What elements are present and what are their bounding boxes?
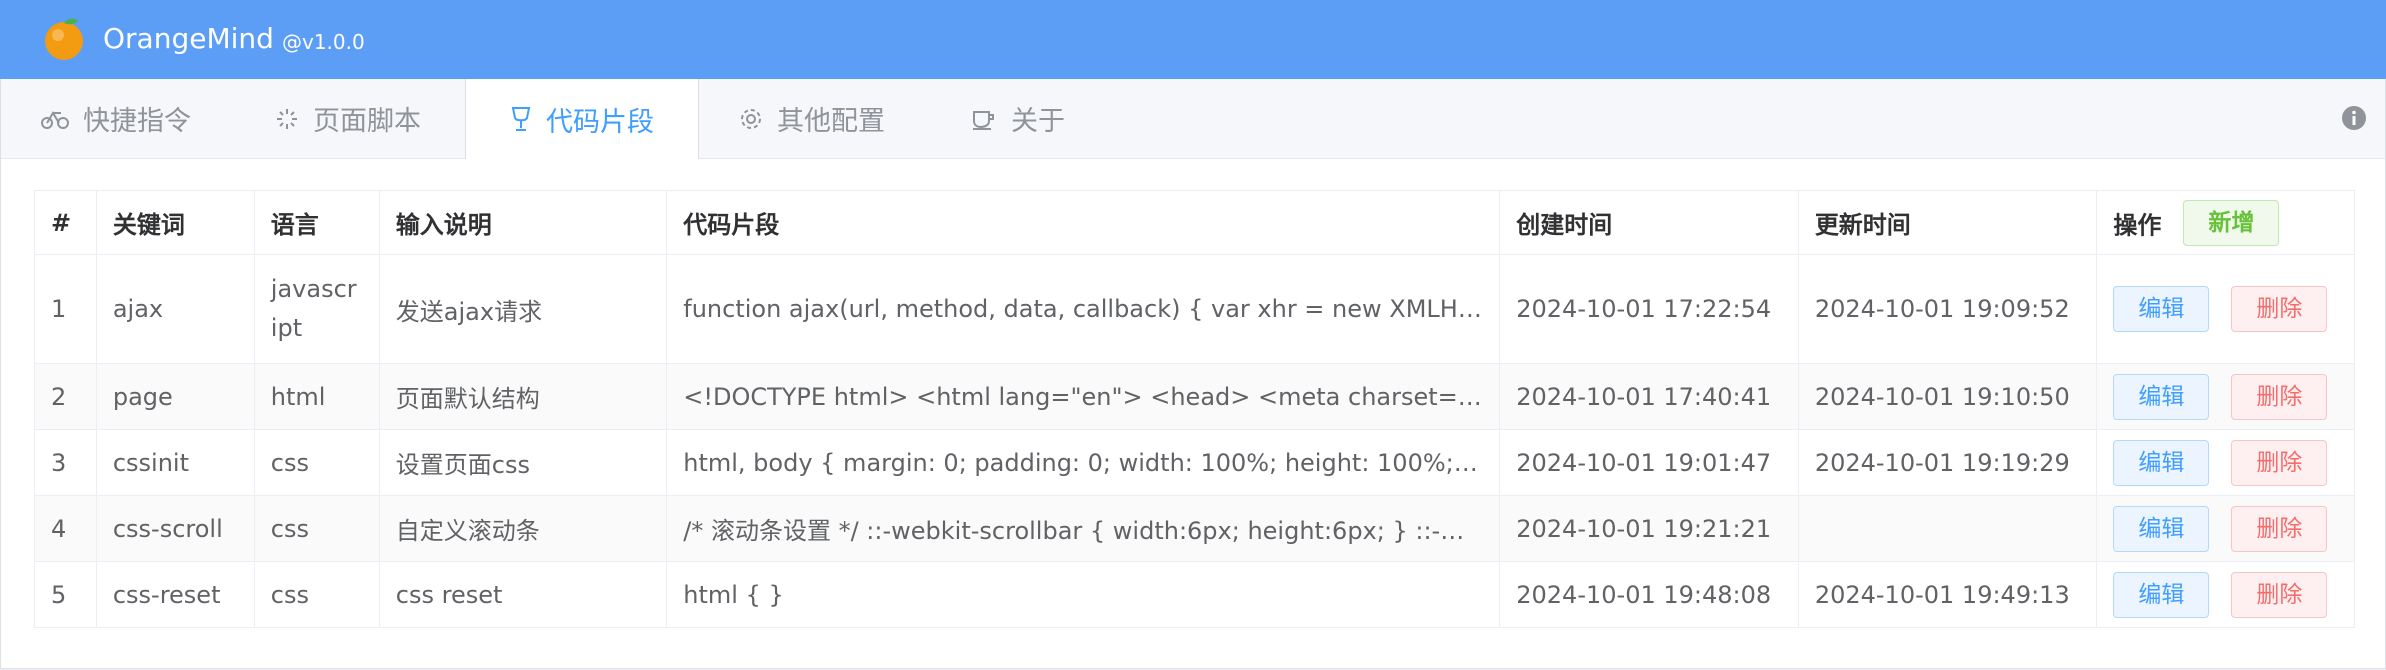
cell-created: 2024-10-01 17:22:54	[1499, 254, 1799, 364]
delete-button[interactable]: 删除	[2231, 286, 2328, 332]
edit-button[interactable]: 编辑	[2113, 286, 2210, 332]
cell-keyword: page	[95, 363, 255, 430]
main-panel: 快捷指令 页面脚本 代码片段 其他配置 关于 # 关键词 语言 输入说明 代码片…	[0, 79, 2386, 669]
tab-shortcuts[interactable]: 快捷指令	[41, 79, 191, 158]
edit-button[interactable]: 编辑	[2113, 439, 2210, 486]
cell-code: /* 滚动条设置 */ ::-webkit-scrollbar { width:…	[666, 495, 1501, 562]
tab-label: 快捷指令	[83, 106, 191, 137]
table-row: 2 page html 页面默认结构 <!DOCTYPE html> <html…	[34, 363, 2355, 430]
edit-button[interactable]: 编辑	[2113, 505, 2210, 552]
cell-language: html	[253, 363, 380, 430]
gear-icon	[741, 108, 761, 129]
tab-about[interactable]: 关于	[971, 79, 1065, 158]
cell-language: css	[253, 561, 380, 628]
tab-other-settings[interactable]: 其他配置	[739, 79, 885, 158]
cell-created: 2024-10-01 19:48:08	[1499, 561, 1799, 628]
tab-page-scripts[interactable]: 页面脚本	[275, 79, 421, 158]
delete-button[interactable]: 删除	[2231, 439, 2328, 486]
col-header-created: 创建时间	[1499, 190, 1799, 255]
add-button[interactable]: 新增	[2183, 199, 2280, 246]
snippets-table: # 关键词 语言 输入说明 代码片段 创建时间 更新时间 操作 新增 1 ajax…	[34, 190, 2355, 628]
delete-button[interactable]: 删除	[2231, 571, 2328, 618]
edit-button[interactable]: 编辑	[2113, 571, 2210, 618]
cell-created: 2024-10-01 19:21:21	[1499, 495, 1799, 562]
cup-icon	[511, 107, 531, 131]
app-version: @v1.0.0	[282, 30, 365, 54]
app-header: OrangeMind @v1.0.0	[0, 0, 2386, 79]
loading-icon	[277, 108, 297, 129]
table-header-row: # 关键词 语言 输入说明 代码片段 创建时间 更新时间 操作 新增	[34, 190, 2355, 255]
cell-keyword: css-scroll	[95, 495, 255, 562]
cell-actions: 编辑 删除	[2096, 495, 2355, 562]
delete-button[interactable]: 删除	[2231, 373, 2328, 420]
tab-label: 页面脚本	[313, 106, 421, 137]
cell-actions: 编辑 删除	[2096, 363, 2355, 430]
orange-logo-icon	[45, 18, 83, 60]
cell-language: css	[253, 429, 380, 496]
cell-updated: 2024-10-01 19:10:50	[1797, 363, 2098, 430]
bike-icon	[41, 110, 69, 129]
table-row: 1 ajax javascript 发送ajax请求 function ajax…	[34, 254, 2355, 364]
cell-description: 发送ajax请求	[378, 254, 668, 364]
cell-created: 2024-10-01 17:40:41	[1499, 363, 1799, 430]
info-icon[interactable]	[2341, 105, 2367, 131]
cell-language: css	[253, 495, 380, 562]
table-row: 4 css-scroll css 自定义滚动条 /* 滚动条设置 */ ::-w…	[34, 495, 2355, 562]
col-header-keyword: 关键词	[95, 190, 255, 255]
app-name: OrangeMind	[103, 22, 274, 55]
cell-updated: 2024-10-01 19:09:52	[1797, 254, 2098, 364]
col-header-updated: 更新时间	[1797, 190, 2098, 255]
cell-updated: 2024-10-01 19:49:13	[1797, 561, 2098, 628]
tab-label: 关于	[1011, 106, 1065, 137]
cell-keyword: css-reset	[95, 561, 255, 628]
cell-index: 3	[34, 429, 97, 496]
col-header-index: #	[34, 190, 97, 255]
cell-language: javascript	[253, 254, 380, 364]
cell-code: html { }	[666, 561, 1501, 628]
tab-bar: 快捷指令 页面脚本 代码片段 其他配置 关于	[1, 79, 2385, 159]
tab-code-snippets[interactable]: 代码片段	[465, 79, 699, 159]
cell-code: <!DOCTYPE html> <html lang="en"> <head> …	[666, 363, 1501, 430]
cell-description: 页面默认结构	[378, 363, 668, 430]
cell-actions: 编辑 删除	[2096, 561, 2355, 628]
table-row: 3 cssinit css 设置页面css html, body { margi…	[34, 429, 2355, 496]
cell-created: 2024-10-01 19:01:47	[1499, 429, 1799, 496]
cell-description: css reset	[378, 561, 668, 628]
table-row: 5 css-reset css css reset html { } 2024-…	[34, 561, 2355, 628]
cell-updated: 2024-10-01 19:19:29	[1797, 429, 2098, 496]
cell-actions: 编辑 删除	[2096, 254, 2355, 364]
cell-keyword: cssinit	[95, 429, 255, 496]
tab-label: 代码片段	[546, 106, 654, 138]
cell-actions: 编辑 删除	[2096, 429, 2355, 496]
actions-label: 操作	[2113, 211, 2162, 239]
cell-index: 2	[34, 363, 97, 430]
cell-index: 1	[34, 254, 97, 364]
cell-updated	[1797, 495, 2098, 562]
cell-index: 5	[34, 561, 97, 628]
edit-button[interactable]: 编辑	[2113, 373, 2210, 420]
cell-index: 4	[34, 495, 97, 562]
col-header-code: 代码片段	[666, 190, 1501, 255]
cell-description: 自定义滚动条	[378, 495, 668, 562]
cell-code: function ajax(url, method, data, callbac…	[666, 254, 1501, 364]
col-header-actions: 操作 新增	[2096, 190, 2355, 255]
cell-keyword: ajax	[95, 254, 255, 364]
cell-description: 设置页面css	[378, 429, 668, 496]
coffee-cup-icon	[973, 110, 994, 130]
tab-label: 其他配置	[777, 106, 885, 137]
delete-button[interactable]: 删除	[2231, 505, 2328, 552]
col-header-description: 输入说明	[378, 190, 668, 255]
cell-code: html, body { margin: 0; padding: 0; widt…	[666, 429, 1501, 496]
col-header-language: 语言	[253, 190, 380, 255]
